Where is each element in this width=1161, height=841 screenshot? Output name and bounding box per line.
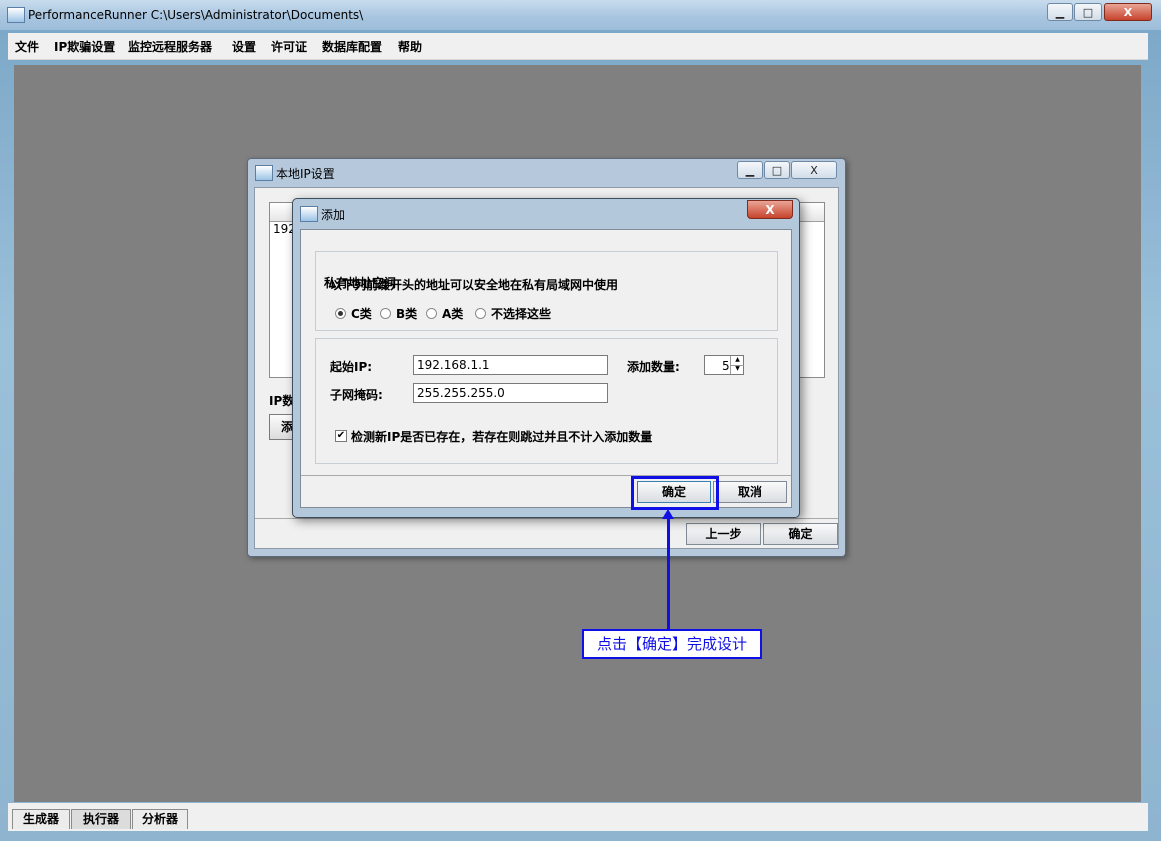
bottom-tab-bar: 生成器 执行器 分析器 [8,803,1148,831]
subnet-mask-input[interactable] [413,383,608,403]
ip-ok-button[interactable]: 确定 [763,523,838,545]
start-ip-input[interactable] [413,355,608,375]
add-count-value[interactable]: 5 [722,359,730,373]
radio-none[interactable] [475,308,486,319]
main-titlebar: PerformanceRunner C:\Users\Administrator… [0,0,1161,30]
menu-bar: 文件 IP欺骗设置 监控远程服务器 设置 许可证 数据库配置 帮助 [8,33,1148,60]
ip-maximize-button[interactable]: □ [764,161,790,179]
arrow-line [667,512,670,630]
tab-executor[interactable]: 执行器 [71,809,131,829]
stepper-down-icon[interactable]: ▼ [730,365,744,374]
menu-ip-spoofing[interactable]: IP欺骗设置 [54,38,115,55]
menu-file[interactable]: 文件 [15,38,39,55]
radio-class-a[interactable] [426,308,437,319]
tab-analyzer[interactable]: 分析器 [132,809,188,829]
subnet-mask-label: 子网掩码: [330,388,383,402]
menu-settings[interactable]: 设置 [232,38,256,55]
highlight-box [631,476,719,510]
radio-class-a-label[interactable]: A类 [442,305,463,322]
check-existing-label[interactable]: 检测新IP是否已存在，若存在则跳过并且不计入添加数量 [351,428,652,445]
annotation-callout: 点击【确定】完成设计 [582,629,762,659]
add-dialog-body: 私有地址空间 以下列前缀开头的地址可以安全地在私有局域网中使用 C类 B类 A类… [300,229,792,508]
start-ip-label: 起始IP: [330,360,373,374]
prev-step-button[interactable]: 上一步 [686,523,761,545]
app-icon [7,7,25,23]
window-icon [255,165,273,181]
radio-class-c[interactable] [335,308,346,319]
maximize-button[interactable]: □ [1074,3,1102,21]
ip-window-title: 本地IP设置 [276,167,335,181]
add-count-stepper[interactable]: 5 ▲ ▼ [704,355,744,375]
add-cancel-button[interactable]: 取消 [713,481,787,503]
add-dialog: 添加 X 私有地址空间 以下列前缀开头的地址可以安全地在私有局域网中使用 C类 … [292,198,800,518]
radio-class-c-label[interactable]: C类 [351,305,372,322]
close-button[interactable]: X [1104,3,1152,21]
check-existing-checkbox[interactable]: ✔ [335,430,347,442]
minimize-button[interactable]: ▁ [1047,3,1073,21]
ip-minimize-button[interactable]: ▁ [737,161,763,179]
radio-class-b[interactable] [380,308,391,319]
dialog-icon [300,206,318,222]
menu-help[interactable]: 帮助 [398,38,422,55]
window-title: PerformanceRunner C:\Users\Administrator… [28,8,364,22]
radio-class-b-label[interactable]: B类 [396,305,417,322]
menu-license[interactable]: 许可证 [271,38,307,55]
ip-close-button[interactable]: X [791,161,837,179]
add-count-label: 添加数量: [627,360,680,374]
group-description: 以下列前缀开头的地址可以安全地在私有局域网中使用 [330,278,619,292]
add-dialog-close-button[interactable]: X [747,200,793,219]
radio-none-label[interactable]: 不选择这些 [491,305,551,322]
menu-database-config[interactable]: 数据库配置 [322,38,382,55]
add-dialog-title: 添加 [321,208,346,222]
ip-count-label: IP数 [269,394,295,408]
divider [255,518,838,519]
menu-monitor-servers[interactable]: 监控远程服务器 [128,38,212,55]
tab-generator[interactable]: 生成器 [12,809,70,829]
